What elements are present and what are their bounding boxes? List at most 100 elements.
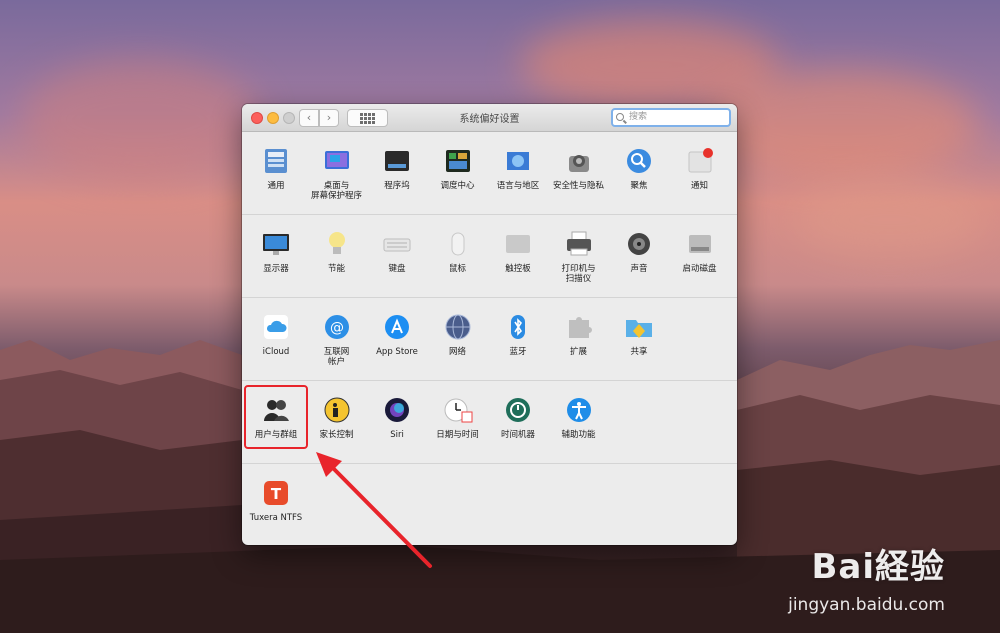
pane-label: 打印机与 扫描仪 [561,264,596,284]
sharing-icon [624,312,654,342]
pref-pane-time-machine[interactable]: 时间机器 [488,387,548,461]
title-bar: ‹ › 系统偏好设置 搜索 [242,104,737,132]
pref-pane-notifications[interactable]: 通知 [670,138,730,212]
keyboard-icon [382,229,412,259]
pane-label: 显示器 [263,264,289,274]
svg-text:T: T [271,485,282,503]
icloud-icon [261,312,291,342]
pane-row: iCloud @ 互联网 帐户 App Store 网络 蓝牙 扩展 共享 [242,298,737,381]
search-placeholder: 搜索 [629,112,648,122]
bluetooth-icon [503,312,533,342]
mission-control-icon [443,146,473,176]
pane-label: 辅助功能 [561,430,596,440]
pane-label: 时间机器 [500,430,535,440]
extensions-icon [564,312,594,342]
siri-icon [382,395,412,425]
energy-saver-icon [322,229,352,259]
pref-pane-startup-disk[interactable]: 启动磁盘 [670,221,730,295]
pref-pane-displays[interactable]: 显示器 [246,221,306,295]
pane-label: 日期与时间 [436,430,479,440]
pane-label: 鼠标 [448,264,466,274]
pane-row: 显示器 节能 键盘 鼠标 触控板 打印机与 扫描仪 声音 启动磁盘 [242,215,737,298]
date-time-icon [443,395,473,425]
pane-label: 节能 [327,264,345,274]
pref-pane-energy-saver[interactable]: 节能 [307,221,367,295]
pref-pane-dock[interactable]: 程序坞 [367,138,427,212]
trackpad-icon [503,229,533,259]
pref-pane-language-region[interactable]: 语言与地区 [488,138,548,212]
pref-pane-trackpad[interactable]: 触控板 [488,221,548,295]
search-input[interactable]: 搜索 [611,108,731,127]
general-icon [261,146,291,176]
spotlight-icon [624,146,654,176]
search-icon [616,113,624,121]
pane-label: 启动磁盘 [682,264,717,274]
preference-panes: 通用 桌面与 屏幕保护程序 程序坞 调度中心 语言与地区 安全性与隐私 聚焦 通知显示器 节能 键… [242,132,737,544]
pref-pane-parental-controls[interactable]: 家长控制 [307,387,367,461]
pref-pane-internet-accounts[interactable]: @ 互联网 帐户 [307,304,367,378]
pref-pane-sharing[interactable]: 共享 [609,304,669,378]
mouse-icon [443,229,473,259]
baidu-watermark-logo: Bai経验 [811,547,945,587]
pref-pane-general[interactable]: 通用 [246,138,306,212]
pref-pane-network[interactable]: 网络 [428,304,488,378]
pane-label: 家长控制 [319,430,354,440]
app-store-icon [382,312,412,342]
pref-pane-mouse[interactable]: 鼠标 [428,221,488,295]
printers-scanners-icon [564,229,594,259]
pane-label: 键盘 [388,264,406,274]
sound-icon [624,229,654,259]
pane-label: 声音 [630,264,648,274]
parental-controls-icon [322,395,352,425]
pane-label: 安全性与隐私 [552,181,604,191]
highlight-box [244,385,308,449]
security-privacy-icon [564,146,594,176]
pref-pane-bluetooth[interactable]: 蓝牙 [488,304,548,378]
pref-pane-mission-control[interactable]: 调度中心 [428,138,488,212]
pane-label: 聚焦 [630,181,648,191]
desktop-screensaver-icon [322,146,352,176]
pane-label: 语言与地区 [496,181,540,191]
pane-label: 触控板 [505,264,531,274]
language-region-icon [503,146,533,176]
pane-label: 通知 [690,181,708,191]
pref-pane-date-time[interactable]: 日期与时间 [428,387,488,461]
pref-pane-keyboard[interactable]: 键盘 [367,221,427,295]
pref-pane-sound[interactable]: 声音 [609,221,669,295]
pref-pane-siri[interactable]: Siri [367,387,427,461]
pane-label: 共享 [630,347,648,357]
startup-disk-icon [685,229,715,259]
pane-label: 调度中心 [440,181,475,191]
pane-label: Siri [390,430,404,440]
pref-pane-spotlight[interactable]: 聚焦 [609,138,669,212]
pane-label: iCloud [262,347,290,357]
tuxera-ntfs-icon: T [261,478,291,508]
network-icon [443,312,473,342]
pane-label: Tuxera NTFS [249,513,303,523]
pane-label: 通用 [267,181,285,191]
watermark-url: jingyan.baidu.com [788,595,945,615]
pref-pane-security-privacy[interactable]: 安全性与隐私 [549,138,609,212]
pane-row: 用户与群组 家长控制 Siri 日期与时间 时间机器 辅助功能 [242,381,737,464]
svg-text:@: @ [330,320,344,336]
dock-icon [382,146,412,176]
pane-label: 网络 [448,347,466,357]
pane-label: App Store [376,347,418,357]
pref-pane-desktop-screensaver[interactable]: 桌面与 屏幕保护程序 [307,138,367,212]
pane-label: 互联网 帐户 [323,347,350,367]
pref-pane-icloud[interactable]: iCloud [246,304,306,378]
pane-row: T Tuxera NTFS [242,464,737,544]
pane-label: 蓝牙 [509,347,527,357]
pref-pane-extensions[interactable]: 扩展 [549,304,609,378]
internet-accounts-icon: @ [322,312,352,342]
pref-pane-tuxera-ntfs[interactable]: T Tuxera NTFS [246,470,306,544]
pane-label: 程序坞 [384,181,410,191]
pref-pane-accessibility[interactable]: 辅助功能 [549,387,609,461]
pane-row: 通用 桌面与 屏幕保护程序 程序坞 调度中心 语言与地区 安全性与隐私 聚焦 通知 [242,132,737,215]
pane-label: 桌面与 屏幕保护程序 [310,181,362,201]
pref-pane-printers-scanners[interactable]: 打印机与 扫描仪 [549,221,609,295]
time-machine-icon [503,395,533,425]
accessibility-icon [564,395,594,425]
displays-icon [261,229,291,259]
pref-pane-app-store[interactable]: App Store [367,304,427,378]
